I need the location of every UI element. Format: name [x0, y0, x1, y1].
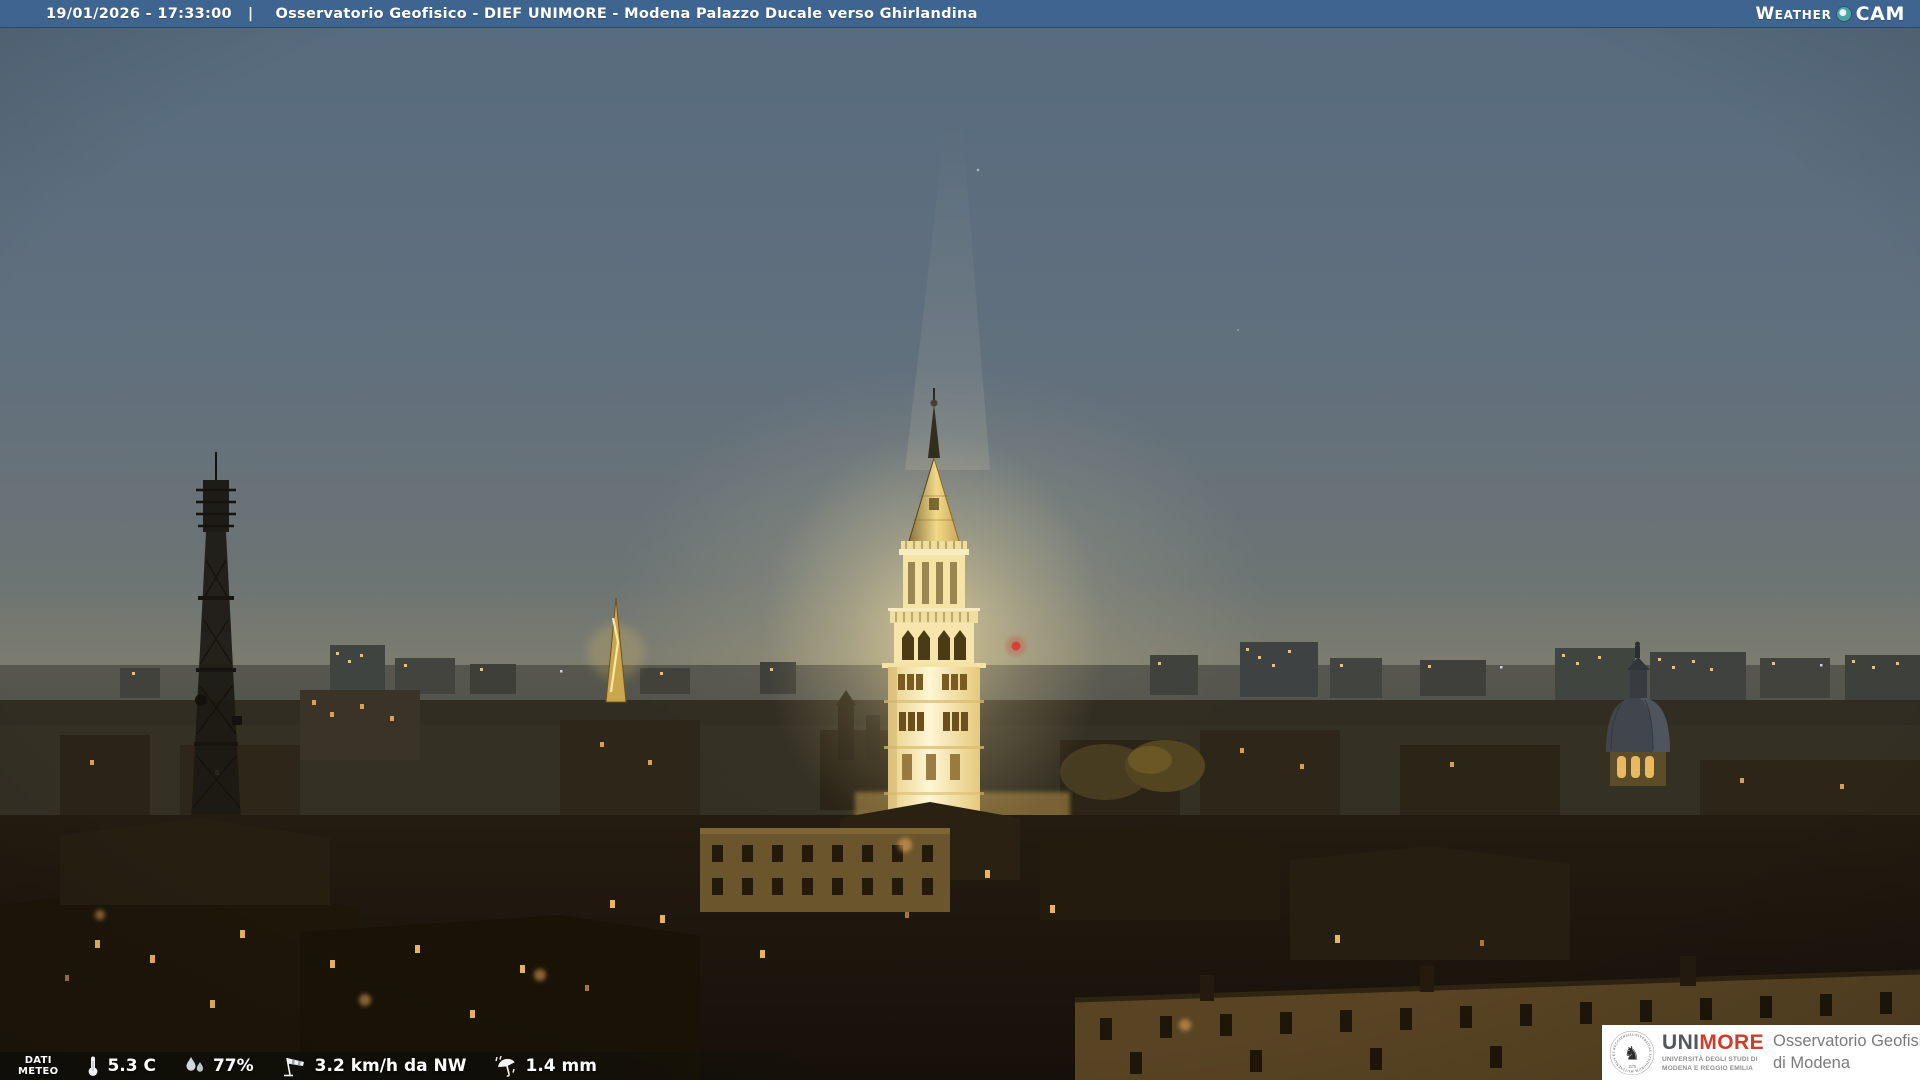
brand-cam: CAM [1855, 2, 1905, 25]
unimore-seal-icon: UNIVERSITAS STUDIORUM MUTINENSIS ET REGG… [1609, 1030, 1655, 1076]
wind-value: 3.2 km/h da NW [314, 1056, 467, 1076]
weathercam-logo: W EATHER CAM [1755, 3, 1905, 25]
wind-item: 3.2 km/h da NW [282, 1055, 467, 1077]
dati-line2: METEO [18, 1066, 59, 1077]
umbrella-rain-icon [494, 1055, 518, 1077]
separator: | [247, 5, 254, 22]
observatory-name: Osservatorio Geofisico di Modena [1773, 1031, 1920, 1073]
observatory-name-line2: di Modena [1772, 1053, 1851, 1072]
humidity-value: 77% [212, 1056, 254, 1076]
top-info-bar: 19/01/2026 - 17:33:00 | Osservatorio Geo… [0, 0, 1920, 28]
windsock-icon [282, 1055, 308, 1077]
unimore-wordmark-block: UNIMORE UNIVERSITÀ DEGLI STUDI DI MODENA… [1662, 1032, 1764, 1073]
brand-weather-initial: W [1755, 3, 1775, 24]
thermometer-icon [86, 1055, 100, 1077]
water-drops-icon [184, 1056, 206, 1076]
brand-weather-rest: EATHER [1774, 7, 1832, 22]
unimore-logo-box: UNIVERSITAS STUDIORUM MUTINENSIS ET REGG… [1602, 1025, 1920, 1080]
temperature-item: 5.3 C [86, 1055, 156, 1077]
dati-line1: DATI [24, 1054, 52, 1066]
observatory-name-line1: Osservatorio Geofisico [1772, 1032, 1920, 1051]
university-subtitle: UNIVERSITÀ DEGLI STUDI DI MODENA E REGGI… [1662, 1056, 1764, 1073]
webcam-photo-modena-ghirlandina [0, 0, 1920, 1080]
webcam-viewport: 19/01/2026 - 17:33:00 | Osservatorio Geo… [0, 0, 1920, 1080]
timestamp: 19/01/2026 - 17:33:00 [46, 5, 232, 22]
rain-item: 1.4 mm [494, 1055, 597, 1077]
wordmark-uni: UNI [1662, 1030, 1700, 1054]
seal-year: 1175 [1628, 1064, 1636, 1069]
seal-knight-glyph: ♞ [1624, 1042, 1641, 1063]
camera-title: Osservatorio Geofisico - DIEF UNIMORE - … [275, 5, 978, 22]
university-subtitle-line2: MODENA E REGGIO EMILIA [1662, 1064, 1753, 1072]
camera-lens-icon [1836, 6, 1851, 21]
unimore-wordmark: UNIMORE [1662, 1032, 1764, 1053]
rain-value: 1.4 mm [525, 1056, 597, 1076]
humidity-item: 77% [184, 1056, 254, 1076]
temperature-value: 5.3 C [107, 1056, 156, 1076]
dati-meteo-label: DATI METEO [18, 1055, 58, 1077]
vignette [0, 0, 1920, 1080]
university-subtitle-line1: UNIVERSITÀ DEGLI STUDI DI [1662, 1055, 1758, 1063]
wordmark-more: MORE [1699, 1030, 1764, 1054]
